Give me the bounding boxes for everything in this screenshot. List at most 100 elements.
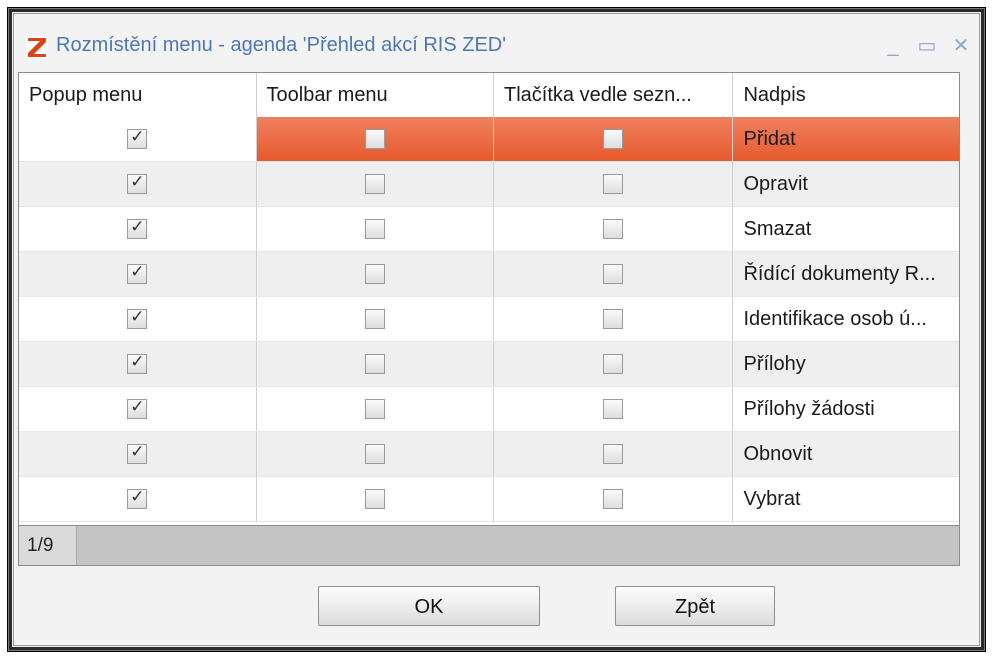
popup-menu-cell: ✓ [19,162,257,206]
caption-label: Řídící dokumenty R... [743,263,936,285]
popup-menu-cell: ✓ [19,117,257,161]
table-row[interactable]: ✓ Řídící dokumenty R... [19,252,959,297]
toolbar-menu-checkbox[interactable] [364,174,385,194]
caption-cell: Přílohy žádosti [733,387,959,431]
window-title: Rozmístění menu - agenda 'Přehled akcí R… [56,34,507,56]
table-row[interactable]: ✓ Opravit [19,162,959,207]
toolbar-menu-checkbox[interactable] [364,444,385,464]
popup-menu-checkbox[interactable]: ✓ [127,307,148,329]
toolbar-menu-checkbox[interactable] [364,264,385,284]
table-row[interactable]: ✓ Obnovit [19,432,959,477]
beside-list-checkbox[interactable] [603,174,624,194]
check-mark-icon: ✓ [130,442,145,461]
caption-cell: Řídící dokumenty R... [733,252,959,296]
menu-layout-grid: Popup menu Toolbar menu Tlačítka vedle s… [18,72,960,526]
table-row[interactable]: ✓ Přidat [19,117,959,162]
table-row[interactable]: ✓ Přílohy [19,342,959,387]
column-header-caption[interactable]: Nadpis [733,73,959,117]
grid-rows: ✓ Přidat ✓ Opravit ✓ Smazat ✓ Řídící dokumenty … [19,117,959,522]
toolbar-menu-cell [257,432,494,476]
popup-menu-cell: ✓ [19,432,257,476]
toolbar-menu-checkbox[interactable] [364,399,385,419]
toolbar-menu-cell [257,387,494,431]
check-mark-icon: ✓ [130,172,145,191]
column-header-toolbar-menu[interactable]: Toolbar menu [257,73,494,117]
check-mark-icon: ✓ [130,307,145,326]
status-bar: 1/9 [18,526,960,566]
minimize-button[interactable]: _ [878,32,908,60]
back-button[interactable]: Zpět [615,586,775,626]
caption-label: Smazat [743,218,812,240]
check-mark-icon: ✓ [130,217,145,236]
popup-menu-checkbox[interactable]: ✓ [127,442,148,464]
popup-menu-cell: ✓ [19,297,257,341]
table-row[interactable]: ✓ Vybrat [19,477,959,522]
beside-list-cell [494,117,734,161]
column-header-popup-menu[interactable]: Popup menu [19,73,257,117]
caption-label: Přidat [743,128,796,150]
popup-menu-checkbox[interactable]: ✓ [127,172,148,194]
caption-cell: Opravit [733,162,959,206]
beside-list-checkbox[interactable] [603,444,624,464]
caption-label: Identifikace osob ú... [743,308,927,330]
toolbar-menu-cell [256,117,494,161]
toolbar-menu-checkbox[interactable] [364,129,385,149]
caption-label: Přílohy [743,353,806,375]
popup-menu-cell: ✓ [19,252,257,296]
table-row[interactable]: ✓ Identifikace osob ú... [19,297,959,342]
beside-list-cell [494,162,734,206]
check-mark-icon: ✓ [130,262,145,281]
popup-menu-checkbox[interactable]: ✓ [127,262,148,284]
table-row[interactable]: ✓ Smazat [19,207,959,252]
caption-cell: Přidat [733,117,959,161]
caption-label: Přílohy žádosti [743,398,875,420]
check-mark-icon: ✓ [130,127,145,146]
caption-cell: Identifikace osob ú... [733,297,959,341]
toolbar-menu-cell [257,477,494,521]
popup-menu-cell: ✓ [19,387,257,431]
popup-menu-cell: ✓ [19,207,257,251]
check-mark-icon: ✓ [130,352,145,371]
toolbar-menu-cell [257,252,494,296]
beside-list-checkbox[interactable] [603,399,624,419]
caption-label: Opravit [743,173,808,195]
close-button[interactable]: ✕ [946,32,976,60]
popup-menu-checkbox[interactable]: ✓ [127,487,148,509]
column-header-buttons-beside-list[interactable]: Tlačítka vedle sezn... [494,73,734,117]
beside-list-cell [494,387,734,431]
toolbar-menu-cell [257,297,494,341]
popup-menu-cell: ✓ [19,477,257,521]
beside-list-cell [494,207,734,251]
beside-list-cell [494,342,734,386]
beside-list-checkbox[interactable] [603,489,624,509]
popup-menu-checkbox[interactable]: ✓ [127,127,148,149]
grid-header: Popup menu Toolbar menu Tlačítka vedle s… [19,73,959,118]
app-logo-icon [26,36,48,58]
popup-menu-checkbox[interactable]: ✓ [127,397,148,419]
popup-menu-checkbox[interactable]: ✓ [127,217,148,239]
caption-cell: Obnovit [733,432,959,476]
beside-list-cell [494,297,734,341]
beside-list-checkbox[interactable] [603,129,624,149]
check-mark-icon: ✓ [130,397,145,416]
toolbar-menu-cell [257,342,494,386]
caption-cell: Vybrat [733,477,959,521]
toolbar-menu-checkbox[interactable] [364,354,385,374]
ok-button[interactable]: OK [318,586,540,626]
beside-list-checkbox[interactable] [603,219,624,239]
caption-cell: Přílohy [733,342,959,386]
table-row[interactable]: ✓ Přílohy žádosti [19,387,959,432]
caption-cell: Smazat [733,207,959,251]
toolbar-menu-cell [257,207,494,251]
caption-label: Vybrat [743,488,801,510]
beside-list-cell [494,477,734,521]
toolbar-menu-checkbox[interactable] [364,219,385,239]
toolbar-menu-cell [257,162,494,206]
maximize-button[interactable]: ▭ [912,32,942,60]
toolbar-menu-checkbox[interactable] [364,309,385,329]
beside-list-checkbox[interactable] [603,309,624,329]
toolbar-menu-checkbox[interactable] [364,489,385,509]
popup-menu-checkbox[interactable]: ✓ [127,352,148,374]
beside-list-checkbox[interactable] [603,264,624,284]
beside-list-checkbox[interactable] [603,354,624,374]
